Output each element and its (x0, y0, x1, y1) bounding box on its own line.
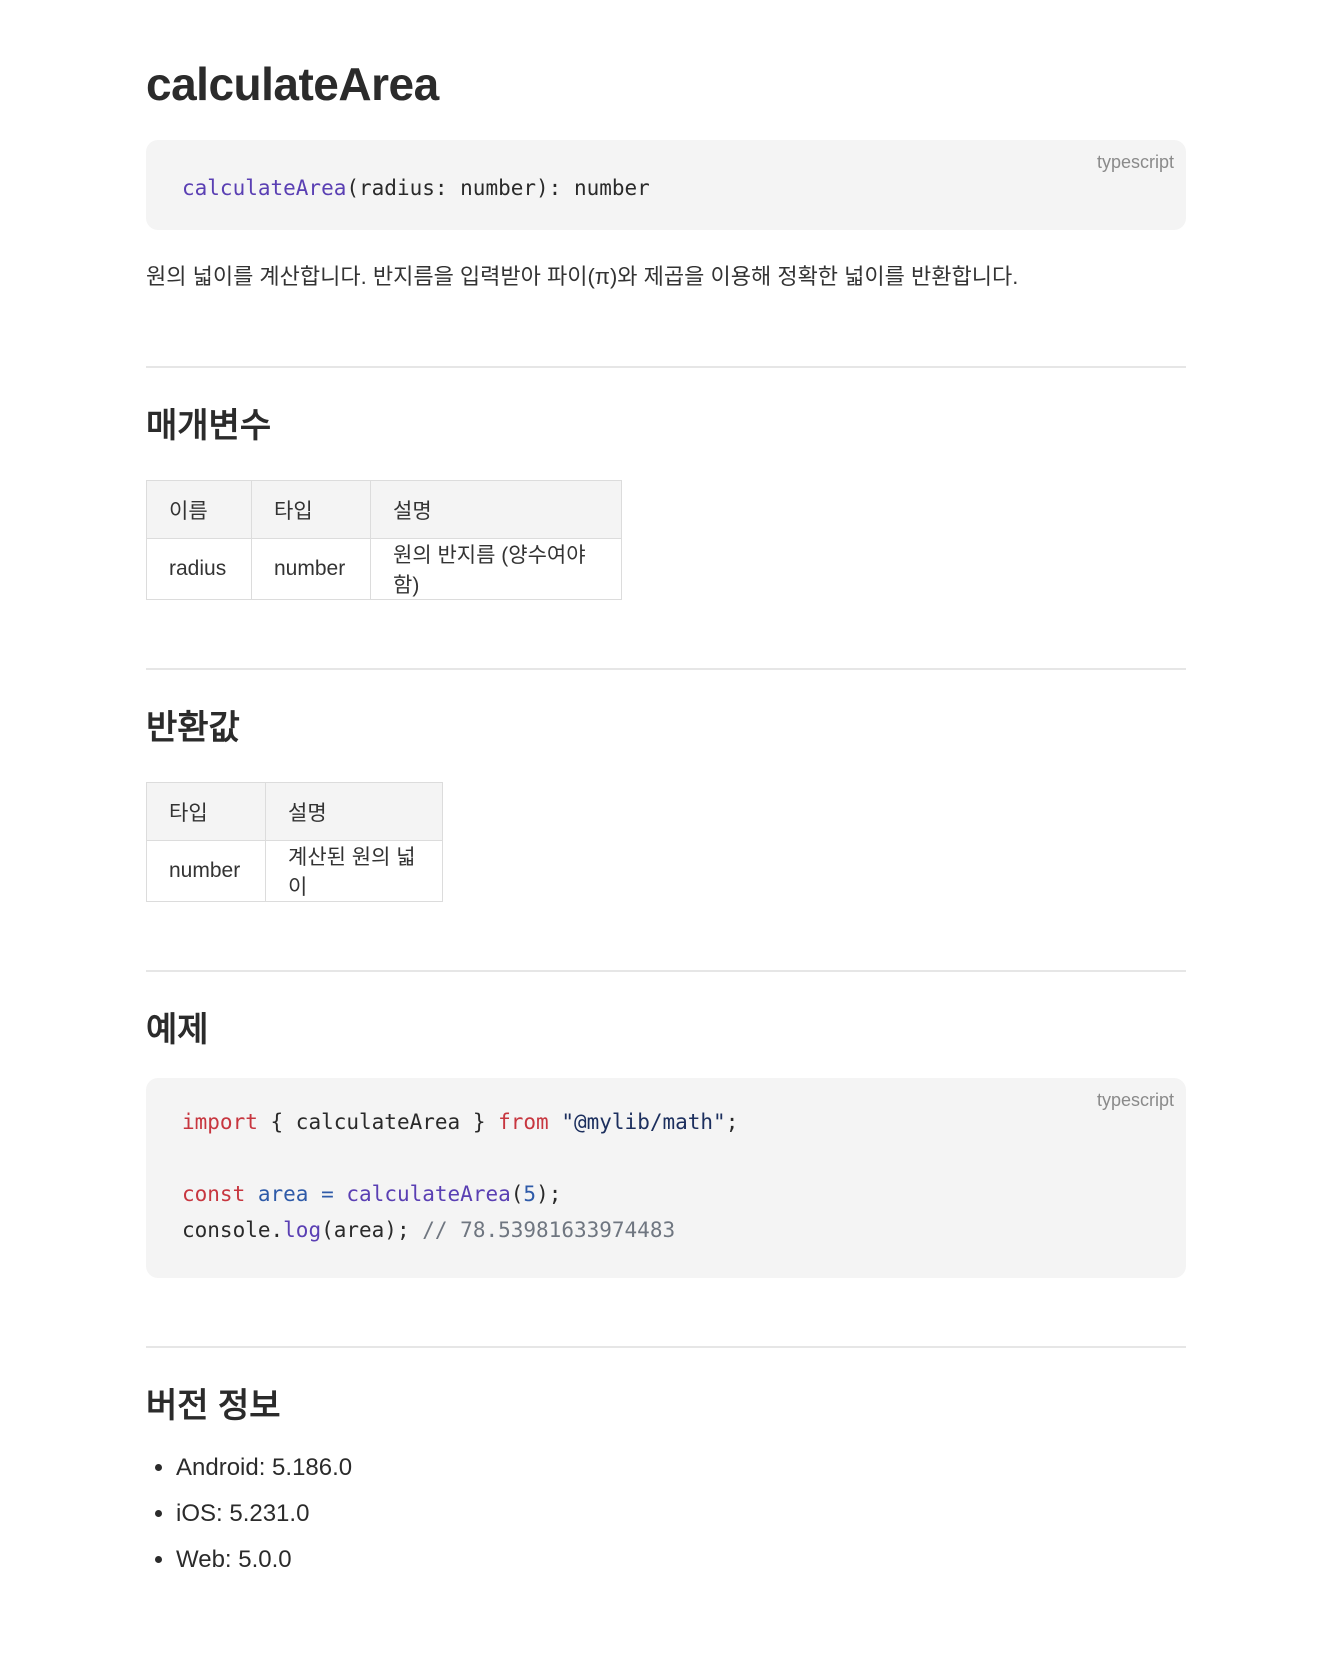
table-header-cell: 타입 (146, 782, 266, 841)
signature-code-block: typescript calculateArea(radius: number):… (146, 140, 1186, 230)
returns-heading: 반환값 (146, 709, 240, 747)
code-token: (area); (321, 1218, 423, 1242)
code-token: { (257, 1110, 296, 1134)
code-token: ( (510, 1182, 524, 1206)
table-header-row: 이름 타입 설명 (146, 480, 622, 539)
table-cell: number (251, 538, 371, 600)
code-token: from (498, 1110, 549, 1134)
signature-params: (radius: number): number (346, 176, 650, 200)
table-header-cell: 설명 (265, 782, 443, 841)
doc-page: calculateArea typescript calculateArea(ra… (146, 0, 1186, 1576)
params-heading: 매개변수 (146, 407, 272, 445)
code-token: ); (536, 1182, 562, 1206)
table-row: number 계산된 원의 넓이 (146, 840, 443, 902)
code-line: const area = calculateArea(5); (182, 1176, 1150, 1212)
list-item: iOS: 5.231.0 (176, 1498, 1186, 1530)
page-title: calculateArea (146, 58, 439, 110)
code-token: ; (725, 1110, 739, 1134)
code-comment: // 78.53981633974483 (422, 1218, 676, 1242)
table-header-cell: 설명 (370, 480, 622, 539)
code-language-label: typescript (1096, 1090, 1174, 1110)
code-token: console. (182, 1218, 284, 1242)
code-token: area (257, 1182, 309, 1206)
table-cell: 계산된 원의 넓이 (265, 840, 443, 902)
returns-table: 타입 설명 number 계산된 원의 넓이 (146, 782, 443, 902)
code-line: console.log(area); // 78.53981633974483 (182, 1212, 1150, 1248)
code-token: = (308, 1182, 347, 1206)
code-line: import { calculateArea } from "@mylib/ma… (182, 1104, 1150, 1140)
table-header-cell: 타입 (251, 480, 371, 539)
version-list: Android: 5.186.0 iOS: 5.231.0 Web: 5.0.0 (146, 1452, 1186, 1576)
section-divider (146, 970, 1186, 972)
code-language-label: typescript (1096, 152, 1174, 172)
table-cell: number (146, 840, 266, 902)
example-heading: 예제 (146, 1011, 209, 1049)
table-row: radius number 원의 반지름 (양수여야 함) (146, 538, 622, 600)
code-token: log (283, 1218, 322, 1242)
function-description: 원의 넓이를 계산합니다. 반지름을 입력받아 파이(π)와 제곱을 이용해 정… (146, 264, 1019, 289)
params-table: 이름 타입 설명 radius number 원의 반지름 (양수여야 함) (146, 480, 622, 600)
code-line-empty: ​ (182, 1140, 1150, 1176)
example-code-block: typescript import { calculateArea } from … (146, 1078, 1186, 1278)
code-token: import (182, 1110, 258, 1134)
table-cell: 원의 반지름 (양수여야 함) (370, 538, 622, 600)
table-header-row: 타입 설명 (146, 782, 443, 841)
code-token: calculateArea (295, 1110, 461, 1134)
versions-heading: 버전 정보 (146, 1387, 281, 1425)
signature-function-name: calculateArea (182, 176, 347, 200)
code-token: calculateArea (346, 1182, 511, 1206)
list-item: Web: 5.0.0 (176, 1544, 1186, 1576)
code-token: } (460, 1110, 499, 1134)
list-item: Android: 5.186.0 (176, 1452, 1186, 1484)
section-divider (146, 668, 1186, 670)
section-divider (146, 1346, 1186, 1348)
section-divider (146, 366, 1186, 368)
code-token: const (182, 1182, 246, 1206)
code-token: "@mylib/math" (561, 1110, 726, 1134)
table-header-cell: 이름 (146, 480, 252, 539)
code-token: 5 (523, 1182, 537, 1206)
table-cell: radius (146, 538, 252, 600)
